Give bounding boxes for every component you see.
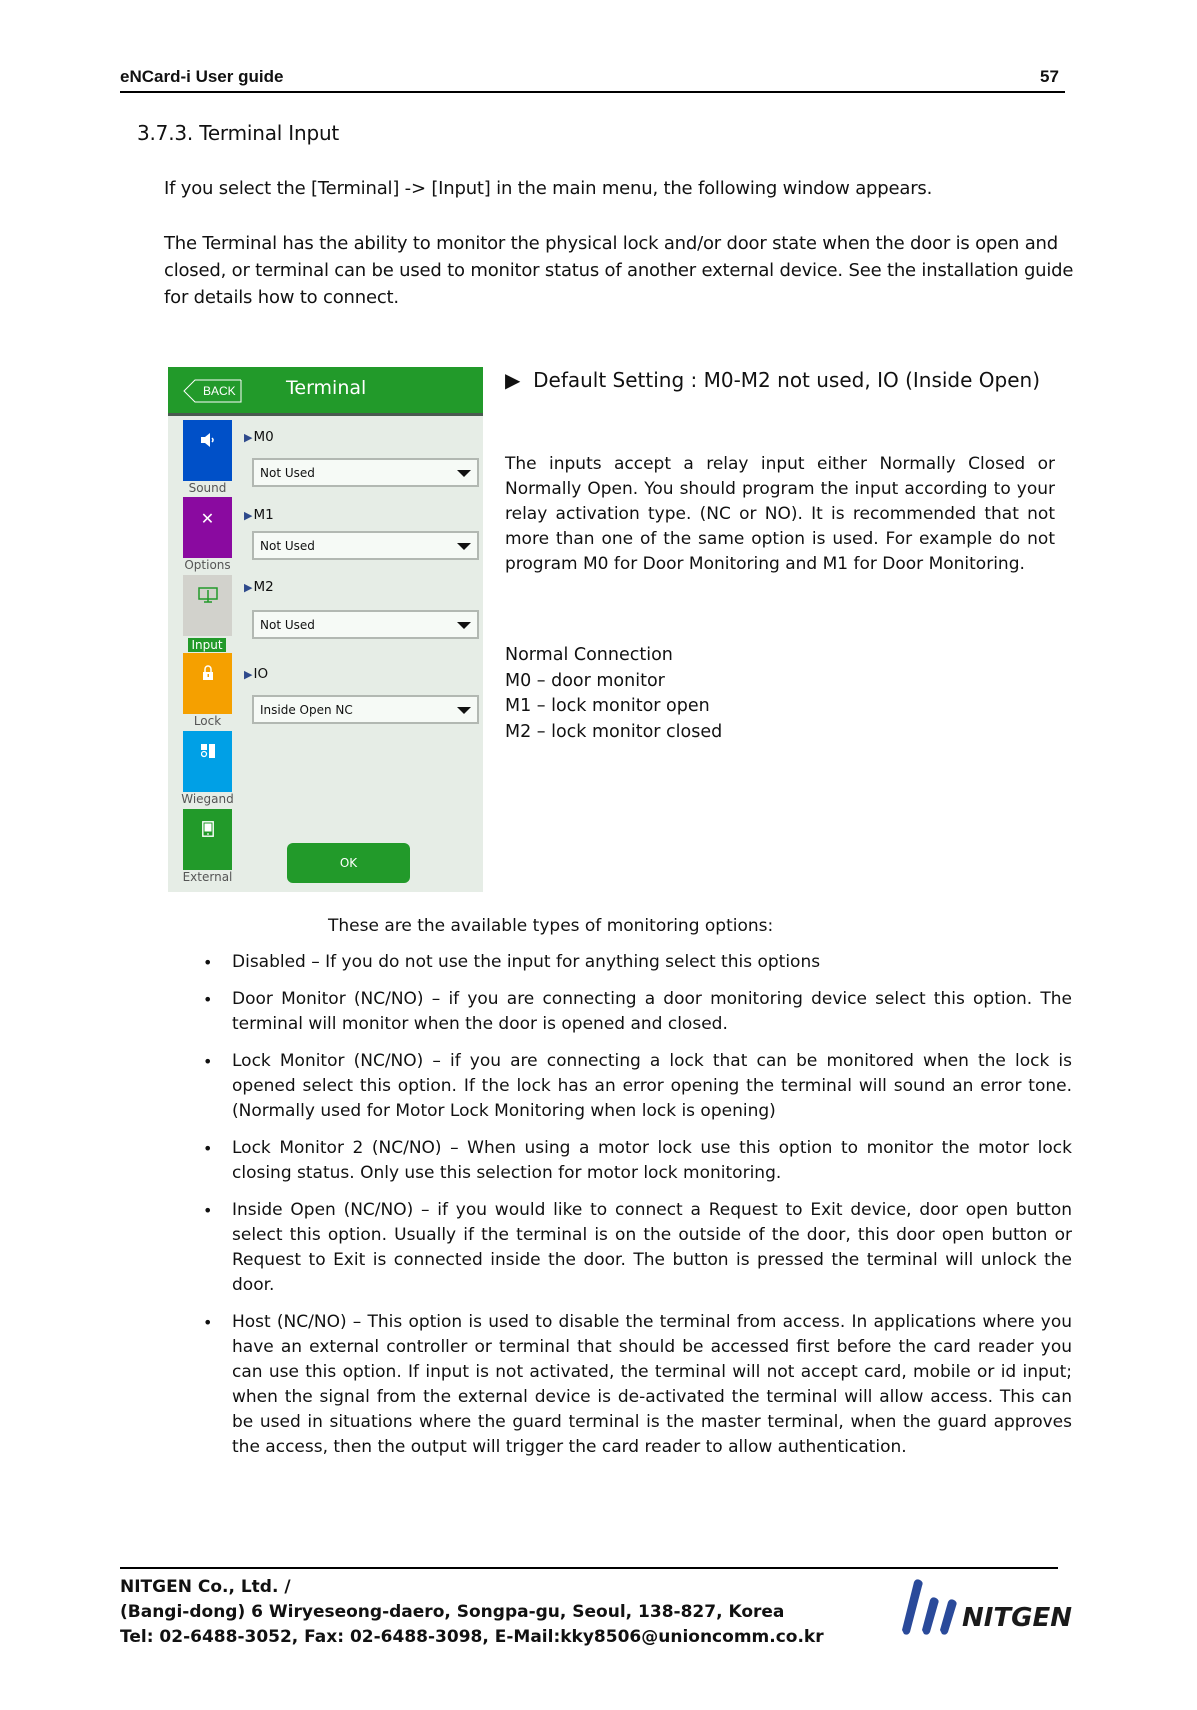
normal-connection-block: Normal Connection M0 – door monitor M1 –… — [505, 643, 1055, 745]
wiegand-icon — [183, 743, 232, 762]
bullet-icon: • — [203, 990, 213, 1009]
page-number: 57 — [1040, 67, 1059, 86]
default-setting-text: Default Setting : M0-M2 not used, IO (In… — [533, 368, 1040, 392]
tablet-icon — [183, 821, 232, 841]
intro-paragraph-1: If you select the [Terminal] -> [Input] … — [164, 178, 933, 199]
section-title: 3.7.3. Terminal Input — [137, 121, 340, 145]
list-item: • Lock Monitor (NC/NO) – if you are conne… — [203, 1051, 1072, 1121]
list-item: • Lock Monitor 2 (NC/NO) – When using a m… — [203, 1138, 1072, 1183]
terminal-input-screen: BACK Terminal Sound ✕ Options Input Lock… — [168, 367, 483, 892]
back-button-label: BACK — [203, 384, 236, 398]
sidebar-item-lock[interactable] — [183, 653, 232, 714]
sidebar-item-external[interactable] — [183, 809, 232, 870]
nitgen-logo-mark-icon: NITGEN — [902, 1579, 1072, 1635]
bullet-icon: • — [203, 953, 213, 972]
intro-paragraph-2: The Terminal has the ability to monitor … — [164, 233, 1074, 308]
triangle-right-icon: ▶ — [244, 581, 253, 594]
field-label-m1: ▶M1 — [244, 507, 274, 523]
connection-item: M0 – door monitor — [505, 670, 665, 691]
m1-select[interactable]: Not Used — [252, 531, 479, 560]
triangle-right-icon: ▶ — [244, 668, 253, 681]
triangle-right-icon: ▶ — [244, 509, 253, 522]
terminal-title-bar: BACK Terminal — [168, 367, 483, 416]
list-item: • Host (NC/NO) – This option is used to d… — [203, 1312, 1072, 1457]
chevron-down-icon — [457, 470, 471, 477]
connection-item: M2 – lock monitor closed — [505, 721, 723, 742]
ok-button[interactable]: OK — [287, 843, 410, 883]
monitoring-options-list: • Disabled – If you do not use the input … — [190, 950, 1072, 1472]
io-select[interactable]: Inside Open NC — [252, 695, 479, 724]
field-label-m2: ▶M2 — [244, 579, 274, 595]
m0-select[interactable]: Not Used — [252, 458, 479, 487]
list-item: • Door Monitor (NC/NO) – if you are conne… — [203, 989, 1072, 1034]
chevron-down-icon — [457, 707, 471, 714]
terminal-screen-title: Terminal — [286, 377, 367, 399]
sidebar-label-wiegand: Wiegand — [181, 792, 234, 806]
relay-description: The inputs accept a relay input either N… — [505, 454, 1055, 574]
back-button[interactable]: BACK — [183, 379, 242, 403]
input-monitor-icon — [183, 587, 232, 607]
header-divider — [120, 91, 1065, 93]
normal-connection-title: Normal Connection — [505, 645, 673, 665]
chevron-down-icon — [457, 622, 471, 629]
field-label-m0: ▶M0 — [244, 429, 274, 445]
nitgen-logo: NITGEN — [888, 1578, 1106, 1636]
m2-select-value: Not Used — [260, 618, 315, 632]
footer-company-info: NITGEN Co., Ltd. / (Bangi-dong) 6 Wiryes… — [120, 1575, 824, 1650]
list-item: • Inside Open (NC/NO) – if you would like… — [203, 1200, 1072, 1295]
footer-contact: Tel: 02-6488-3052, Fax: 02-6488-3098, E-… — [120, 1627, 824, 1647]
options-intro: These are the available types of monitor… — [328, 916, 774, 936]
default-setting-note: ▶ Default Setting : M0-M2 not used, IO (… — [505, 366, 1055, 395]
io-select-value: Inside Open NC — [260, 703, 353, 717]
chevron-down-icon — [457, 543, 471, 550]
sidebar-label-options: Options — [184, 558, 231, 572]
bullet-icon: • — [203, 1201, 213, 1220]
list-item: • Disabled – If you do not use the input … — [190, 950, 1072, 975]
sidebar-item-wiegand[interactable] — [183, 731, 232, 792]
sidebar-item-input[interactable] — [183, 575, 232, 636]
footer-divider — [120, 1567, 1058, 1569]
sidebar-label-input: Input — [188, 638, 226, 652]
sidebar-label-sound: Sound — [188, 481, 227, 495]
bullet-icon: • — [203, 1139, 213, 1158]
triangle-right-icon: ▶ — [244, 431, 253, 444]
m2-select[interactable]: Not Used — [252, 610, 479, 639]
sidebar-label-external: External — [182, 870, 233, 884]
connection-item: M1 – lock monitor open — [505, 696, 710, 716]
m1-select-value: Not Used — [260, 539, 315, 553]
bullet-icon: • — [203, 1052, 213, 1071]
play-triangle-icon: ▶ — [505, 368, 521, 392]
speaker-icon — [183, 432, 232, 451]
lock-icon — [183, 665, 232, 685]
bullet-icon: • — [203, 1313, 213, 1332]
sidebar-item-options[interactable]: ✕ — [183, 497, 232, 558]
m0-select-value: Not Used — [260, 466, 315, 480]
logo-wordmark: NITGEN — [962, 1603, 1072, 1633]
document-header-title: eNCard-i User guide — [120, 67, 284, 86]
footer-address: (Bangi-dong) 6 Wiryeseong-daero, Songpa-… — [120, 1602, 785, 1622]
tools-icon: ✕ — [200, 509, 215, 528]
sidebar-item-sound[interactable] — [183, 420, 232, 481]
sidebar-label-lock: Lock — [193, 714, 222, 728]
footer-company: NITGEN Co., Ltd. / — [120, 1577, 291, 1597]
field-label-io: ▶IO — [244, 666, 269, 682]
